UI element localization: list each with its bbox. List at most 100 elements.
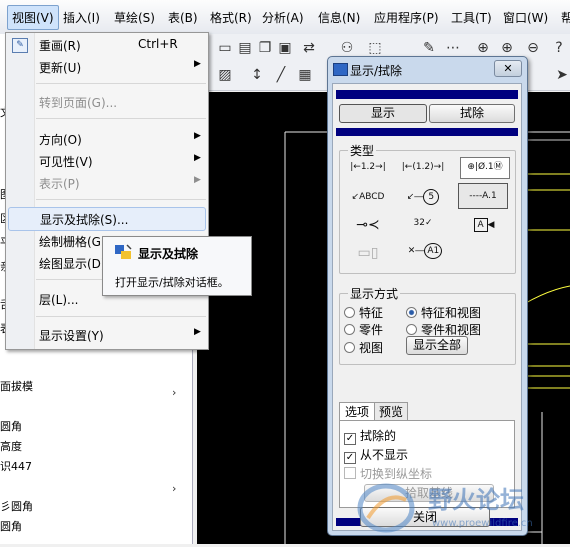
menu-view[interactable]: 视图(V) [7, 5, 59, 30]
menu-table[interactable]: 表(B) [168, 9, 198, 26]
menu-format[interactable]: 格式(R) [210, 9, 252, 26]
show-all-button[interactable]: 显示全部 [406, 336, 468, 355]
radio-view[interactable]: 视图 [344, 339, 383, 356]
menu-applications[interactable]: 应用程序(P) [374, 9, 439, 26]
radio-label: 特征 [359, 306, 384, 320]
watermark-logo [357, 483, 415, 533]
menu-item-label: 显示设置(Y) [39, 329, 104, 343]
menu-help[interactable]: 帮 [561, 9, 570, 26]
menu-item-visibility[interactable]: 可见性(V) ▶ [6, 150, 208, 172]
zoom-out-icon[interactable]: ⊖ [524, 39, 542, 57]
menu-item-label: 转到页面(G)... [39, 96, 118, 110]
checkbox-erased[interactable]: ✓ 拭除的 [344, 427, 396, 445]
reference-dimension-icon[interactable]: |←(1.2)→| [400, 157, 446, 177]
radio-dot-selected [406, 307, 417, 318]
dimension-type-icon[interactable]: |←1.2→| [346, 157, 390, 177]
watermark-url: www.proewildfire.cn [432, 518, 533, 529]
show-tab-button[interactable]: 显示 [339, 104, 427, 123]
tree-item[interactable]: 高度 [0, 438, 22, 454]
radio-feature-and-view[interactable]: 特征和视图 [406, 304, 481, 321]
pointer-icon[interactable]: ➤ [553, 66, 570, 84]
balloon-icon[interactable]: ↙― 5 [400, 187, 446, 207]
menu-separator [36, 118, 206, 119]
menu-info[interactable]: 信息(N) [318, 9, 360, 26]
dimension-type-label: 1.2 [360, 162, 376, 172]
zoom-fit-icon[interactable]: ⊕ [474, 39, 492, 57]
tree-item[interactable]: 圆角 [0, 418, 22, 434]
tree-item[interactable]: 彡圆角 [0, 498, 33, 514]
whats-this-icon[interactable]: ? [550, 39, 568, 57]
tab-preview[interactable]: 预览 [374, 402, 408, 422]
open-icon[interactable]: ▤ [236, 39, 254, 57]
checkbox-checked-icon: ✓ [344, 452, 356, 464]
grid-tool-icon[interactable]: ▦ [296, 66, 314, 84]
menu-sketch[interactable]: 草绘(S) [114, 9, 155, 26]
menu-window[interactable]: 窗口(W) [503, 9, 548, 26]
menu-item-show-erase[interactable]: 显示及拭除(S)... [8, 207, 206, 231]
menu-item-label: 显示及拭除(S)... [40, 213, 129, 227]
display-mode-group: 显示方式 特征 特征和视图 零件 零件和视图 视图 显示全部 [339, 285, 516, 365]
radio-label: 视图 [359, 341, 384, 355]
surface-finish-label: 32 [413, 218, 425, 228]
datum-target-icon[interactable]: A ◀ [460, 215, 508, 235]
sketch-icon[interactable]: ✎ [420, 39, 438, 57]
dialog-app-icon [333, 63, 348, 76]
chevron-right-icon[interactable]: › [172, 482, 184, 495]
radio-dot [406, 324, 417, 335]
new-file-icon[interactable]: ▭ [216, 39, 234, 57]
show-erase-tooltip: 显示及拭除 打开显示/拭除对话框。 [102, 236, 252, 296]
menu-item-display-settings[interactable]: 显示设置(Y) ▶ [6, 324, 208, 346]
submenu-arrow-icon: ▶ [194, 327, 201, 337]
tree-item[interactable]: 圆角 [0, 518, 22, 534]
menu-item-representation[interactable]: 表示(P) ▶ [6, 172, 208, 194]
header-bar [336, 90, 518, 99]
hatch-icon[interactable]: ▨ [216, 66, 234, 84]
menu-item-orientation[interactable]: 方向(O) ▶ [6, 128, 208, 150]
radio-part[interactable]: 零件 [344, 321, 383, 338]
spline-icon[interactable]: ⋯ [444, 39, 462, 57]
menu-analysis[interactable]: 分析(A) [262, 9, 304, 26]
binoculars-icon[interactable]: ⚇ [338, 39, 356, 57]
dialog-title: 显示/拭除 [350, 64, 403, 78]
chevron-right-icon[interactable]: › [172, 386, 184, 399]
tree-item[interactable]: 识447 [0, 458, 32, 474]
select-box-icon[interactable]: ⬚ [366, 39, 384, 57]
radio-feature[interactable]: 特征 [344, 304, 383, 321]
dimension-tool-icon[interactable]: ↕ [248, 66, 266, 84]
checkbox-label: 拭除的 [360, 429, 397, 443]
reference-dimension-label: (1.2) [412, 162, 434, 172]
radio-label: 零件和视图 [421, 323, 482, 337]
geometric-tolerance-icon[interactable]: ⊕|Ø.1Ⓜ [460, 157, 510, 179]
regenerate-icon[interactable]: ⇄ [300, 39, 318, 57]
menu-item-repaint[interactable]: 重画(R) Ctrl+R [6, 34, 208, 56]
menu-tools[interactable]: 工具(T) [451, 9, 492, 26]
menu-item-goto-page[interactable]: 转到页面(G)... [6, 91, 208, 113]
radio-dot [344, 342, 355, 353]
submenu-arrow-icon: ▶ [194, 175, 201, 185]
zoom-in-icon[interactable]: ⊕ [498, 39, 516, 57]
menu-separator [36, 316, 206, 317]
checkbox-never-shown[interactable]: ✓ 从不显示 [344, 446, 408, 464]
cosmetic-feature-icon[interactable]: ▭▯ [350, 243, 386, 263]
tooltip-description: 打开显示/拭除对话框。 [115, 276, 229, 289]
menu-item-label: 更新(U) [39, 61, 82, 75]
menu-separator [36, 199, 206, 200]
dialog-body: 显示 拭除 类型 |←1.2→| |←(1.2)→| ⊕|Ø.1Ⓜ ↙ABCD … [332, 83, 522, 531]
note-icon[interactable]: ↙ABCD [346, 187, 390, 207]
datum-plane-icon[interactable]: ✕― A1 [402, 241, 448, 263]
dialog-close-icon[interactable]: ✕ [494, 60, 522, 77]
surface-finish-icon[interactable]: 32✓ [400, 213, 446, 235]
watermark-text: 野火论坛 [428, 486, 524, 514]
copy-icon[interactable]: ❐ [256, 39, 274, 57]
tree-item[interactable]: 面拔模 [0, 378, 33, 394]
note-type-label: ABCD [359, 192, 385, 202]
radio-dot [344, 307, 355, 318]
axis-icon[interactable]: ----A.1 [458, 183, 508, 209]
menu-bar: 视图(V) 插入(I) 草绘(S) 表(B) 格式(R) 分析(A) 信息(N)… [0, 0, 570, 35]
paste-icon[interactable]: ▣ [276, 39, 294, 57]
erase-tab-button[interactable]: 拭除 [429, 104, 515, 123]
menu-item-update[interactable]: 更新(U) ▶ [6, 56, 208, 78]
menu-insert[interactable]: 插入(I) [63, 9, 100, 26]
line-tool-icon[interactable]: ╱ [272, 66, 290, 84]
symbol-icon[interactable]: ⊸≺ [346, 215, 390, 237]
